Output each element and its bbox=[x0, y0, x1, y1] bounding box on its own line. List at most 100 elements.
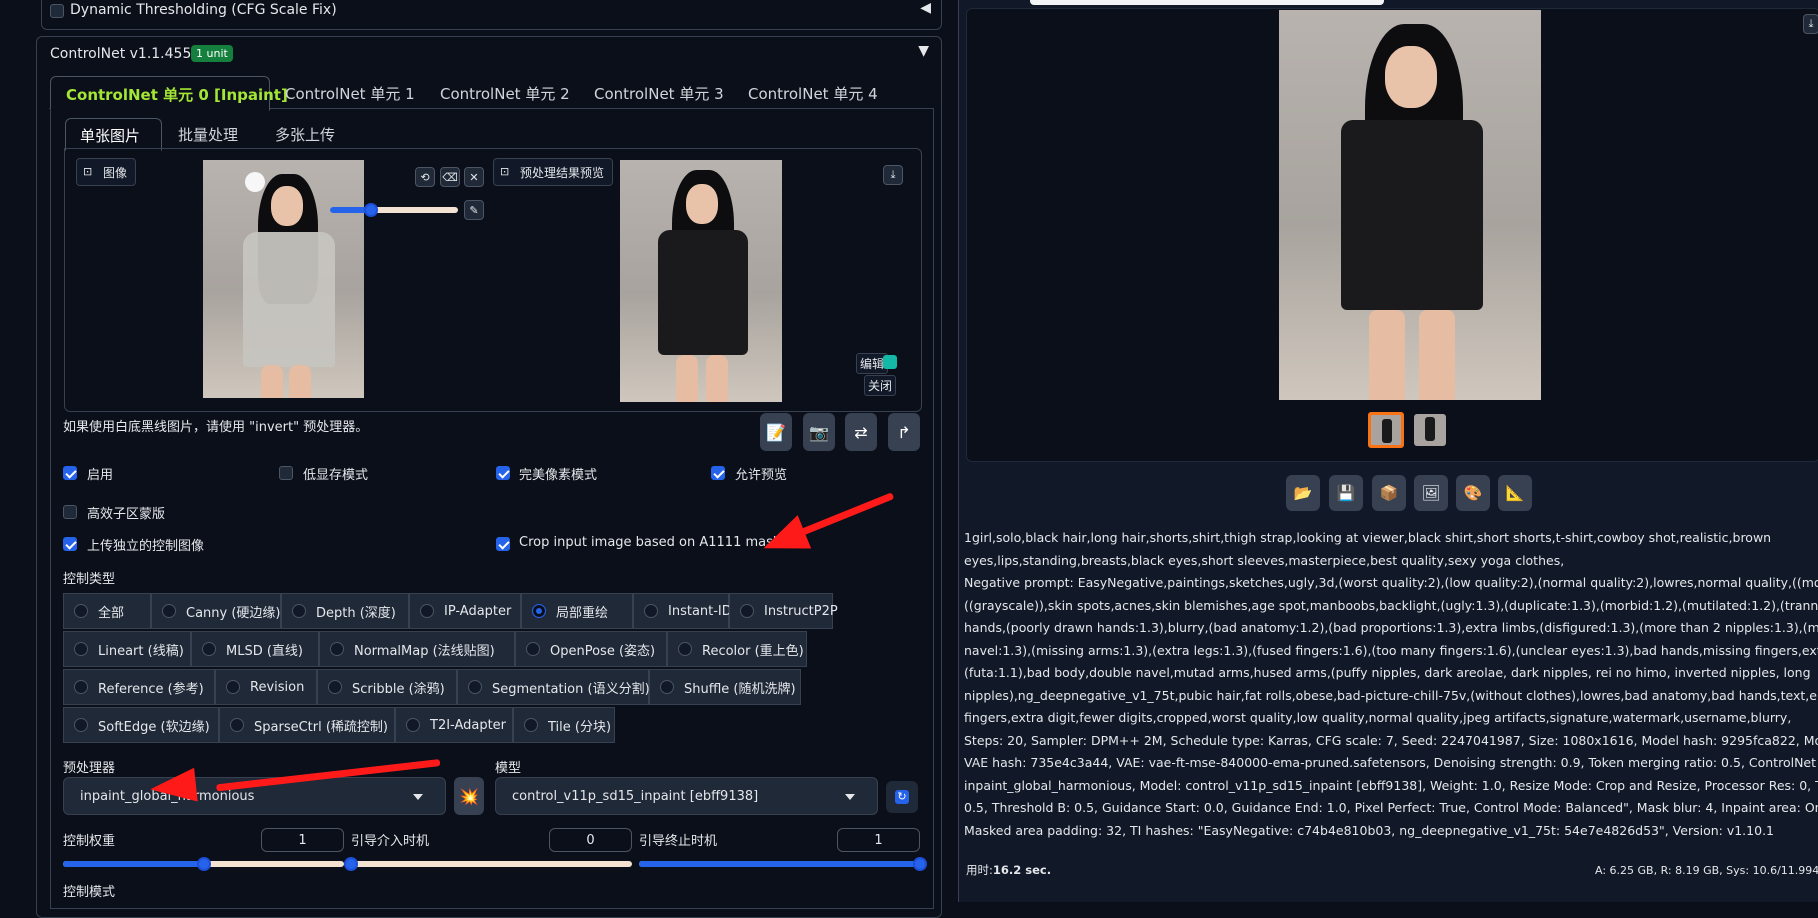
image-tab-single[interactable]: 单张图片 bbox=[65, 118, 162, 151]
control-type-option[interactable]: Reference (参考) bbox=[63, 669, 215, 705]
control-type-option[interactable]: Instant-ID bbox=[633, 593, 732, 629]
thumbnail-selected[interactable] bbox=[1368, 412, 1404, 448]
control-type-radio[interactable] bbox=[230, 718, 244, 732]
end-input[interactable]: 1 bbox=[837, 828, 920, 852]
control-type-option-label: SoftEdge (软边缘) bbox=[98, 719, 210, 735]
control-type-option[interactable]: Lineart (线稿) bbox=[63, 631, 191, 667]
run-preprocessor-button[interactable]: 💥 bbox=[454, 777, 484, 815]
control-type-option[interactable]: 全部 bbox=[63, 593, 151, 629]
send-to-inpaint-button[interactable]: 🎨 bbox=[1456, 475, 1490, 511]
close-icon[interactable]: ✕ bbox=[464, 167, 484, 187]
control-type-radio[interactable] bbox=[162, 604, 176, 618]
image-tab-single-label: 单张图片 bbox=[80, 127, 141, 145]
undo-icon[interactable]: ⟲ bbox=[415, 167, 435, 187]
doc-button[interactable]: 📝 bbox=[760, 413, 792, 451]
control-type-option[interactable]: SoftEdge (软边缘) bbox=[63, 707, 219, 743]
collapse-left-icon[interactable]: ◀ bbox=[920, 0, 931, 16]
eraser-icon[interactable]: ⌫ bbox=[440, 167, 460, 187]
tab-unit-1[interactable]: ControlNet 单元 1 bbox=[285, 83, 415, 104]
control-type-option-label: NormalMap (法线贴图) bbox=[354, 643, 495, 659]
control-type-option[interactable]: NormalMap (法线贴图) bbox=[319, 631, 515, 667]
refresh-models-button[interactable]: ↻ bbox=[886, 781, 918, 813]
control-type-radio[interactable] bbox=[292, 604, 306, 618]
enable-checkbox[interactable] bbox=[63, 466, 77, 480]
control-type-radio[interactable] bbox=[406, 718, 420, 732]
refresh-icon: ↻ bbox=[895, 790, 909, 804]
weight-input[interactable]: 1 bbox=[261, 828, 344, 852]
control-type-radio[interactable] bbox=[420, 604, 434, 618]
control-type-option[interactable]: Scribble (涂鸦) bbox=[317, 669, 457, 705]
control-type-option[interactable]: Tile (分块) bbox=[513, 707, 615, 743]
swap-button[interactable]: ⇄ bbox=[845, 413, 877, 451]
start-slider-thumb[interactable] bbox=[344, 857, 358, 871]
control-type-option[interactable]: 局部重绘 bbox=[521, 593, 633, 629]
end-slider-thumb[interactable] bbox=[913, 857, 927, 871]
download-icon[interactable]: ⤓ bbox=[1803, 14, 1818, 34]
control-type-option[interactable]: Revision bbox=[215, 669, 317, 705]
control-type-option[interactable]: IP-Adapter bbox=[409, 593, 521, 629]
efficient-mask-checkbox[interactable] bbox=[63, 505, 77, 519]
close-preview-button[interactable]: 关闭 bbox=[864, 375, 897, 396]
control-type-radio[interactable] bbox=[740, 604, 754, 618]
download-icon[interactable]: ⤓ bbox=[883, 165, 903, 185]
control-type-radio[interactable] bbox=[524, 718, 538, 732]
open-folder-button[interactable]: 📂 bbox=[1286, 475, 1320, 511]
image-tab-multi[interactable]: 多张上传 bbox=[275, 124, 335, 145]
control-type-option[interactable]: Shuffle (随机洗牌) bbox=[649, 669, 801, 705]
control-type-radio[interactable] bbox=[330, 642, 344, 656]
send-to-img2img-button[interactable]: 🖼 bbox=[1414, 475, 1448, 511]
save-button[interactable]: 💾 bbox=[1329, 475, 1363, 511]
tab-unit-4[interactable]: ControlNet 单元 4 bbox=[748, 83, 878, 104]
crop-input-checkbox[interactable] bbox=[496, 537, 510, 551]
control-type-option[interactable]: InstructP2P bbox=[729, 593, 838, 629]
control-type-radio[interactable] bbox=[74, 642, 88, 656]
start-input[interactable]: 0 bbox=[549, 828, 632, 852]
control-type-option[interactable]: SparseCtrl (稀疏控制) bbox=[219, 707, 395, 743]
control-type-option[interactable]: Depth (深度) bbox=[281, 593, 409, 629]
tab-unit-2[interactable]: ControlNet 单元 2 bbox=[440, 83, 570, 104]
allow-preview-checkbox[interactable] bbox=[711, 466, 725, 480]
upload-independent-label: 上传独立的控制图像 bbox=[87, 539, 205, 554]
control-type-radio[interactable] bbox=[526, 642, 540, 656]
result-image[interactable] bbox=[1279, 10, 1541, 400]
control-type-radio[interactable] bbox=[74, 718, 88, 732]
control-type-radio[interactable] bbox=[328, 680, 342, 694]
weight-slider-thumb[interactable] bbox=[196, 857, 211, 871]
camera-button[interactable]: 📷 bbox=[803, 413, 835, 451]
control-type-radio[interactable] bbox=[644, 604, 658, 618]
dynamic-threshold-accordion[interactable]: Dynamic Thresholding (CFG Scale Fix) ◀ bbox=[41, 0, 942, 30]
control-type-radio[interactable] bbox=[74, 604, 88, 618]
control-type-radio[interactable] bbox=[678, 642, 692, 656]
brush-size-thumb[interactable] bbox=[364, 203, 378, 217]
controlnet-title: ControlNet v1.1.455 bbox=[50, 46, 192, 62]
control-type-radio[interactable] bbox=[468, 680, 482, 694]
control-type-option[interactable]: Canny (硬边缘) bbox=[151, 593, 281, 629]
control-type-radio[interactable] bbox=[74, 680, 88, 694]
zip-button[interactable]: 📦 bbox=[1372, 475, 1406, 511]
start-slider-track[interactable] bbox=[351, 861, 632, 867]
image-tab-batch[interactable]: 批量处理 bbox=[178, 124, 238, 145]
thumbnail[interactable] bbox=[1414, 414, 1446, 446]
dynamic-threshold-checkbox[interactable] bbox=[50, 4, 64, 18]
control-type-option[interactable]: T2I-Adapter bbox=[395, 707, 513, 743]
control-type-option[interactable]: MLSD (直线) bbox=[191, 631, 319, 667]
send-button[interactable]: ↱ bbox=[888, 413, 920, 451]
tab-unit-0[interactable]: ControlNet 单元 0 [Inpaint] bbox=[50, 76, 288, 111]
collapse-down-icon[interactable]: ▼ bbox=[918, 43, 929, 59]
pixel-perfect-checkbox[interactable] bbox=[496, 466, 510, 480]
control-type-option[interactable]: OpenPose (姿态) bbox=[515, 631, 667, 667]
upload-independent-checkbox[interactable] bbox=[63, 537, 77, 551]
control-type-radio[interactable] bbox=[202, 642, 216, 656]
tab-unit-3[interactable]: ControlNet 单元 3 bbox=[594, 83, 724, 104]
brush-icon[interactable]: ✎ bbox=[464, 200, 484, 220]
control-type-radio[interactable] bbox=[532, 604, 546, 618]
control-type-option[interactable]: Segmentation (语义分割) bbox=[457, 669, 650, 705]
enable-label: 启用 bbox=[87, 468, 114, 483]
send-to-extras-button[interactable]: 📐 bbox=[1498, 475, 1532, 511]
model-select[interactable]: control_v11p_sd15_inpaint [ebff9138] bbox=[495, 777, 878, 815]
low-vram-checkbox[interactable] bbox=[279, 466, 293, 480]
input-image-canvas[interactable] bbox=[203, 160, 364, 398]
control-type-radio[interactable] bbox=[660, 680, 674, 694]
control-type-option[interactable]: Recolor (重上色) bbox=[667, 631, 807, 667]
control-type-radio[interactable] bbox=[226, 680, 240, 694]
